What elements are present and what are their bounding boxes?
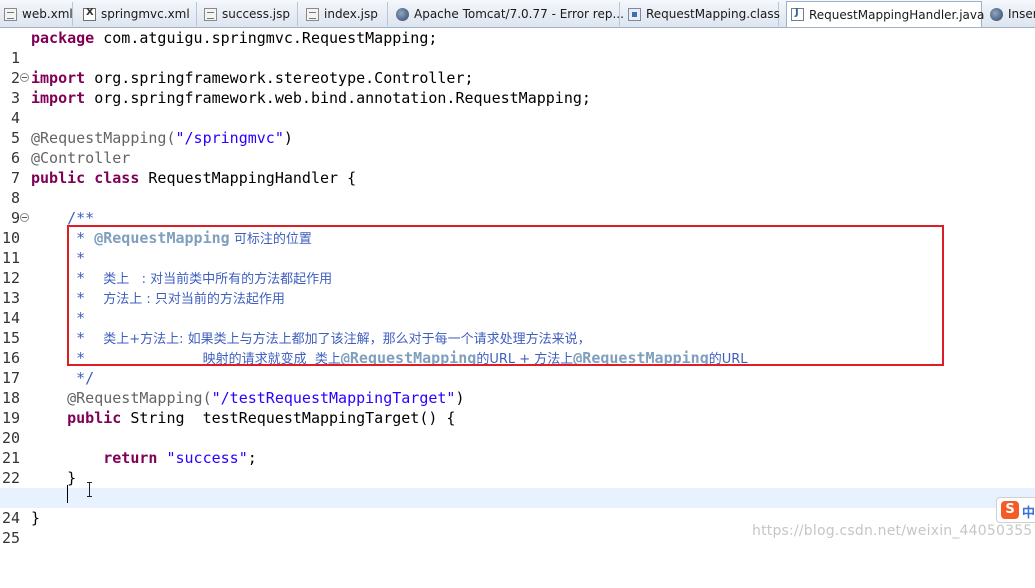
keyword: import xyxy=(31,89,86,107)
annotation: @Controller xyxy=(31,149,131,167)
sogou-logo-icon: S xyxy=(1001,501,1019,519)
tab-tomcat-error[interactable]: Apache Tomcat/7.0.77 - Error rep... xyxy=(392,2,624,26)
keyword: package xyxy=(31,29,95,47)
code-line: 22 return "success"; xyxy=(0,448,1035,487)
annotation: @RequestMapping( xyxy=(31,129,176,147)
xml-file-icon xyxy=(83,7,96,21)
code-line: 23 } xyxy=(0,468,1035,507)
tab-springmvc-xml[interactable]: springmvc.xml xyxy=(79,2,197,26)
editor-tab-bar: web.xml springmvc.xml success.jsp index.… xyxy=(0,0,1035,28)
keyword: public xyxy=(31,409,122,427)
string-literal: "/springmvc" xyxy=(175,129,284,147)
jsp-file-icon xyxy=(306,7,319,21)
text-caret xyxy=(67,485,68,503)
line-number: 25 xyxy=(1,529,20,547)
tab-web-xml[interactable]: web.xml xyxy=(0,2,73,26)
code-line: 6 @RequestMapping("/springmvc") xyxy=(0,128,1035,167)
code-line: 3 import org.springframework.stereotype.… xyxy=(0,68,1035,107)
tab-success-jsp[interactable]: success.jsp xyxy=(200,2,298,26)
code-text: org.springframework.web.bind.annotation.… xyxy=(85,89,591,107)
keyword: import xyxy=(31,69,86,87)
code-text: ) xyxy=(455,389,465,407)
jsp-file-icon xyxy=(204,7,217,21)
code-line: 20 public String testRequestMappingTarge… xyxy=(0,408,1035,447)
keyword: return xyxy=(31,449,158,467)
tab-requestmappinghandler-java[interactable]: RequestMappingHandler.java xyxy=(786,1,985,27)
code-line: 19 @RequestMapping("/testRequestMappingT… xyxy=(0,388,1035,427)
code-line: 21 xyxy=(0,428,1035,467)
sogou-ime-badge[interactable]: S 中 xyxy=(996,497,1035,523)
code-text: } xyxy=(31,509,41,527)
tab-index-jsp[interactable]: index.jsp xyxy=(302,2,388,26)
code-text: ; xyxy=(247,449,257,467)
string-literal: "success" xyxy=(157,449,248,467)
tab-label: springmvc.xml xyxy=(101,7,190,21)
annotation: @RequestMapping( xyxy=(31,389,212,407)
keyword: public xyxy=(31,169,86,187)
xml-file-icon xyxy=(4,7,17,21)
code-line: 7 @Controller xyxy=(0,148,1035,187)
keyword: class xyxy=(94,169,140,187)
fold-toggle-icon[interactable] xyxy=(20,213,29,222)
javadoc-comment: */ xyxy=(31,369,95,387)
ibeam-cursor-icon xyxy=(86,482,93,497)
tab-label: Apache Tomcat/7.0.77 - Error rep... xyxy=(414,7,624,21)
java-file-icon xyxy=(791,7,804,21)
tab-label: RequestMapping.class xyxy=(646,7,780,21)
fold-toggle-icon[interactable] xyxy=(20,73,29,82)
tab-label: Insert xyxy=(1008,7,1035,21)
code-line: 5 xyxy=(0,108,1035,147)
csdn-watermark: https://blog.csdn.net/weixin_44050355 xyxy=(752,523,1033,539)
code-line: 1 package com.atguigu.springmvc.RequestM… xyxy=(0,28,1035,67)
class-file-icon xyxy=(628,7,641,21)
browser-globe-icon xyxy=(990,7,1003,21)
browser-globe-icon xyxy=(396,7,409,21)
tab-label: success.jsp xyxy=(222,7,290,21)
tab-label: RequestMappingHandler.java xyxy=(809,7,985,22)
code-editor[interactable]: 1 package com.atguigu.springmvc.RequestM… xyxy=(0,28,1035,550)
code-text: ) xyxy=(283,129,293,147)
code-text: org.springframework.stereotype.Controlle… xyxy=(85,69,474,87)
comment-highlight-box xyxy=(67,225,944,366)
tab-insert[interactable]: Insert xyxy=(986,2,1035,26)
tab-label: index.jsp xyxy=(324,7,378,21)
code-line: 4 import org.springframework.web.bind.an… xyxy=(0,88,1035,127)
code-text: com.atguigu.springmvc.RequestMapping; xyxy=(94,29,438,47)
current-code-line[interactable]: 24 xyxy=(0,488,1035,527)
code-text: } xyxy=(31,469,77,487)
ime-mode-label: 中 xyxy=(1022,506,1035,521)
code-line: 9 xyxy=(0,188,1035,227)
code-line: 2 xyxy=(0,48,1035,87)
tab-label: web.xml xyxy=(22,7,73,21)
tab-requestmapping-class[interactable]: RequestMapping.class xyxy=(624,2,780,26)
string-literal: "/testRequestMappingTarget" xyxy=(211,389,456,407)
code-text: RequestMappingHandler { xyxy=(139,169,357,187)
code-text: String testRequestMappingTarget() { xyxy=(121,409,456,427)
code-line: 8 public class RequestMappingHandler { xyxy=(0,168,1035,207)
code-line: 18 */ xyxy=(0,368,1035,407)
